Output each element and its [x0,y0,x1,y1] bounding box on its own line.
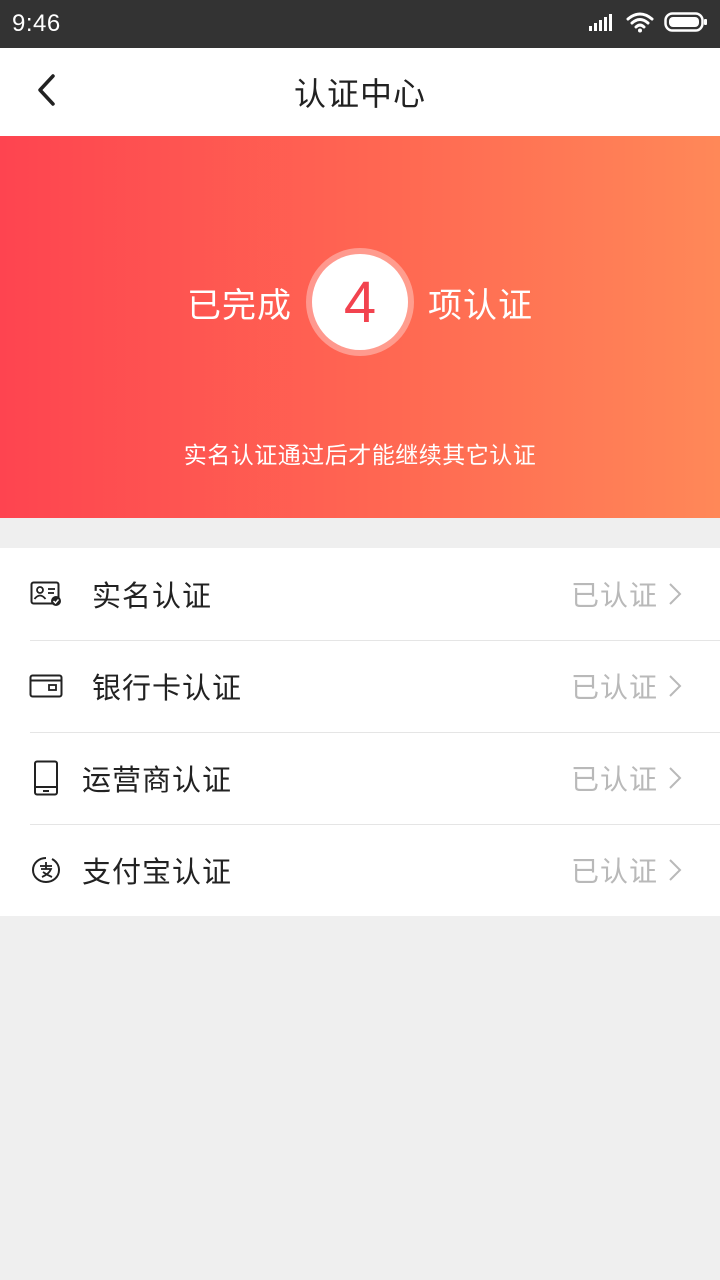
item-label: 银行卡认证 [92,671,243,705]
chevron-right-icon [668,858,682,882]
status-time: 9:46 [12,10,61,37]
nav-bar: 认证中心 [0,48,720,136]
back-button[interactable] [26,70,66,114]
item-label: 支付宝认证 [82,855,233,889]
phone-icon [28,760,64,796]
completed-suffix: 项认证 [428,285,533,326]
chevron-right-icon [668,674,682,698]
battery-icon [664,11,708,37]
chevron-right-icon [668,766,682,790]
chevron-right-icon [668,582,682,606]
bank-card-icon [28,668,64,704]
id-card-icon [28,576,64,612]
item-label: 运营商认证 [82,763,233,797]
status-icons [588,11,708,37]
list-item-real-name[interactable]: 实名认证 已认证 [0,548,720,640]
status-bar: 9:46 [0,0,720,48]
completed-prefix: 已完成 [187,285,292,326]
summary-banner: 已完成 4 项认证 实名认证通过后才能继续其它认证 [0,136,720,518]
list-item-carrier[interactable]: 运营商认证 已认证 [0,732,720,824]
alipay-icon [28,852,64,888]
completed-summary: 已完成 4 项认证 [0,254,720,350]
item-label: 实名认证 [92,579,213,613]
list-item-bank-card[interactable]: 银行卡认证 已认证 [0,640,720,732]
banner-note: 实名认证通过后才能继续其它认证 [183,443,537,469]
chevron-left-icon [35,73,57,111]
page-title: 认证中心 [293,75,426,113]
verification-list: 实名认证 已认证 银行卡认证 已认证 运营商认证 已认证 支付宝认证 已认证 [0,548,720,916]
item-status: 已认证 [570,671,658,704]
completed-count-badge: 4 [312,254,408,350]
item-status: 已认证 [570,579,658,612]
item-status: 已认证 [570,855,658,888]
signal-icon [588,12,616,36]
wifi-icon [626,11,654,37]
list-item-alipay[interactable]: 支付宝认证 已认证 [0,824,720,916]
item-status: 已认证 [570,763,658,796]
